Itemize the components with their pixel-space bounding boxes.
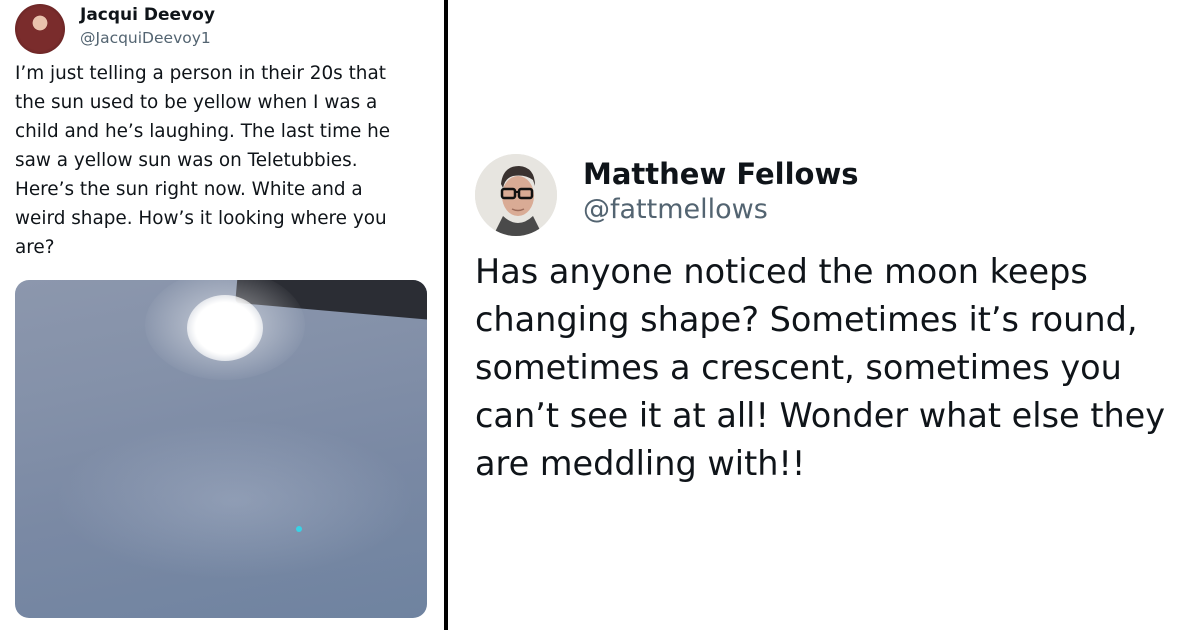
tweet-text-line: changing shape? Sometimes it’s round, bbox=[475, 300, 1138, 339]
tweet-text-line: the sun used to be yellow when I was a bbox=[15, 92, 378, 113]
tweet-text-line: sometimes a crescent, sometimes you bbox=[475, 348, 1122, 387]
tweet-text-line: Has anyone noticed the moon keeps bbox=[475, 252, 1088, 291]
photo-haze bbox=[55, 420, 415, 580]
author-name[interactable]: Jacqui Deevoy bbox=[80, 5, 215, 25]
author-handle[interactable]: @fattmellows bbox=[583, 193, 768, 227]
tweet-text-line: are? bbox=[15, 237, 55, 258]
tweet-photo-sun[interactable] bbox=[15, 280, 427, 618]
tweet-text-line: are meddling with!! bbox=[475, 444, 806, 483]
tweet-text-line: Here’s the sun right now. White and a bbox=[15, 179, 363, 200]
author-handle[interactable]: @JacquiDeevoy1 bbox=[80, 28, 211, 48]
avatar-portrait bbox=[475, 154, 557, 236]
tweet-text-line: weird shape. How’s it looking where you bbox=[15, 208, 387, 229]
tweet-text: I’m just telling a person in their 20s t… bbox=[15, 59, 440, 262]
avatar[interactable] bbox=[475, 154, 557, 236]
tweet-text-line: saw a yellow sun was on Teletubbies. bbox=[15, 150, 358, 171]
sun bbox=[187, 295, 263, 361]
tweet-text-line: child and he’s laughing. The last time h… bbox=[15, 121, 391, 142]
left-tweet: Jacqui Deevoy @JacquiDeevoy1 I’m just te… bbox=[0, 0, 444, 630]
tweet-text: Has anyone noticed the moon keeps changi… bbox=[475, 248, 1195, 488]
author-name[interactable]: Matthew Fellows bbox=[583, 156, 859, 192]
tweet-text-line: I’m just telling a person in their 20s t… bbox=[15, 63, 386, 84]
avatar[interactable] bbox=[15, 4, 65, 54]
tweet-text-line: can’t see it at all! Wonder what else th… bbox=[475, 396, 1166, 435]
lens-flare-dot bbox=[296, 526, 302, 532]
right-tweet: Matthew Fellows @fattmellows Has anyone … bbox=[448, 0, 1200, 630]
